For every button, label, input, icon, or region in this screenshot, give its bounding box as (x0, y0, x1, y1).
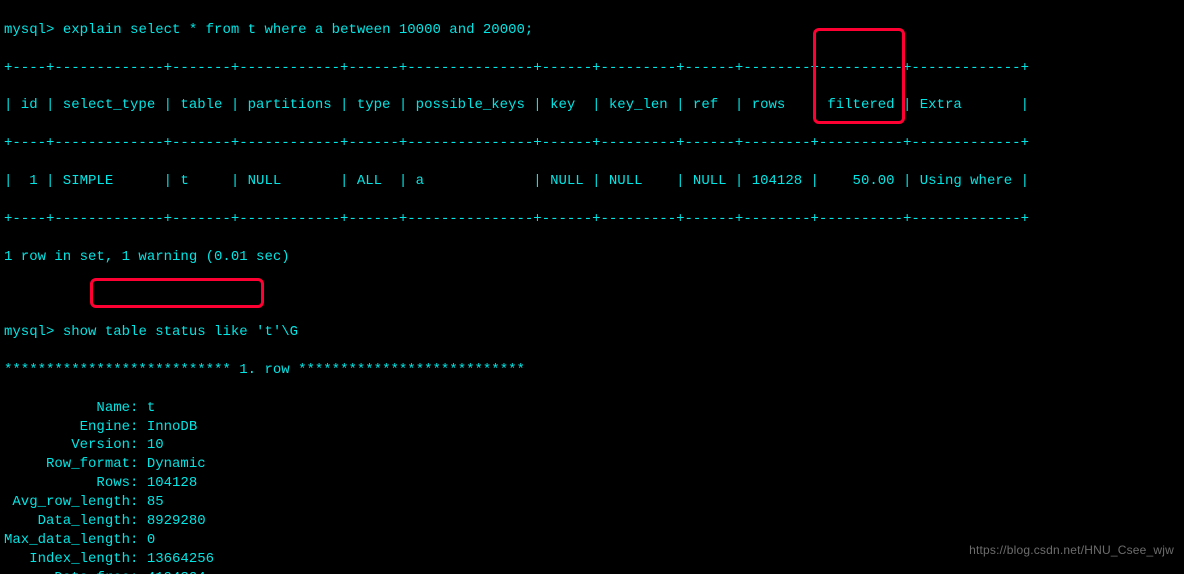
status-value: 4194304 (138, 570, 205, 574)
status-value: Dynamic (138, 456, 205, 472)
status-command-line: mysql> show table status like 't'\G (4, 323, 1180, 342)
status-line: Row_format: Dynamic (4, 455, 1180, 474)
explain-command-line: mysql> explain select * from t where a b… (4, 21, 1180, 40)
row-sep-left: *************************** (4, 362, 239, 378)
explain-command: explain select * from t where a between … (63, 22, 533, 38)
status-label: Data_free: (4, 570, 138, 574)
status-label: Engine: (4, 419, 138, 435)
status-label: Rows: (4, 475, 138, 491)
status-command: show table status like 't'\G (63, 324, 298, 340)
table-border-mid: +----+-------------+-------+------------… (4, 134, 1180, 153)
table-data-row: | 1 | SIMPLE | t | NULL | ALL | a | NULL… (4, 172, 1180, 191)
mysql-prompt: mysql> (4, 324, 54, 340)
status-value: 8929280 (138, 513, 205, 529)
status-value: InnoDB (138, 419, 197, 435)
table-border-bottom: +----+-------------+-------+------------… (4, 210, 1180, 229)
table-header-row: | id | select_type | table | partitions … (4, 96, 1180, 115)
status-line: Engine: InnoDB (4, 418, 1180, 437)
status-label: Name: (4, 400, 138, 416)
status-label: Avg_row_length: (4, 494, 138, 510)
status-value: 85 (138, 494, 163, 510)
row-sep-right: *************************** (290, 362, 525, 378)
terminal-output: mysql> explain select * from t where a b… (0, 0, 1184, 574)
status-label: Data_length: (4, 513, 138, 529)
mysql-prompt: mysql> (4, 22, 54, 38)
status-line: Rows: 104128 (4, 474, 1180, 493)
space (54, 22, 62, 38)
status-value: 10 (138, 437, 163, 453)
row-sep-center: 1. row (239, 362, 289, 378)
watermark-text: https://blog.csdn.net/HNU_Csee_wjw (969, 542, 1174, 558)
status-value: t (138, 400, 155, 416)
status-label: Max_data_length: (4, 532, 138, 548)
space (54, 324, 62, 340)
status-value: 104128 (138, 475, 197, 491)
status-label: Row_format: (4, 456, 138, 472)
status-line: Name: t (4, 399, 1180, 418)
status-line: Data_length: 8929280 (4, 512, 1180, 531)
blank-line (4, 285, 1180, 304)
explain-footer: 1 row in set, 1 warning (0.01 sec) (4, 248, 1180, 267)
status-line: Avg_row_length: 85 (4, 493, 1180, 512)
status-line: Data_free: 4194304 (4, 569, 1180, 574)
row-separator: *************************** 1. row *****… (4, 361, 1180, 380)
status-value: 0 (138, 532, 155, 548)
status-label: Version: (4, 437, 138, 453)
status-value: 13664256 (138, 551, 214, 567)
table-border-top: +----+-------------+-------+------------… (4, 59, 1180, 78)
status-label: Index_length: (4, 551, 138, 567)
status-line: Version: 10 (4, 436, 1180, 455)
